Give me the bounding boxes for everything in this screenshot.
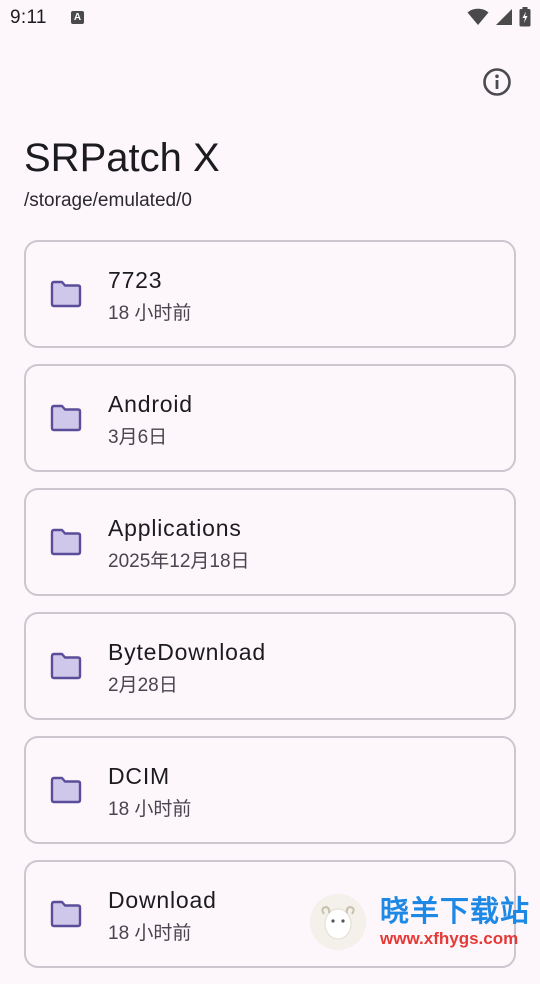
wifi-icon bbox=[467, 8, 489, 31]
watermark-url: www.xfhygs.com bbox=[380, 929, 519, 948]
file-item-dcim[interactable]: DCIM 18 小时前 bbox=[24, 736, 516, 844]
sheep-logo-icon bbox=[310, 894, 366, 950]
file-date: 2月28日 bbox=[108, 675, 178, 696]
page-title: SRPatch X bbox=[24, 136, 220, 180]
status-time: 9:11 bbox=[10, 7, 47, 28]
file-name: Download bbox=[108, 887, 217, 913]
signal-icon bbox=[495, 8, 513, 31]
info-icon bbox=[482, 67, 512, 102]
status-icons bbox=[467, 7, 531, 32]
file-item-7723[interactable]: 7723 18 小时前 bbox=[24, 240, 516, 348]
file-item-bytedownload[interactable]: ByteDownload 2月28日 bbox=[24, 612, 516, 720]
file-name: Android bbox=[108, 391, 193, 417]
file-name: 7723 bbox=[108, 267, 163, 293]
file-item-applications[interactable]: Applications 2025年12月18日 bbox=[24, 488, 516, 596]
file-date: 18 小时前 bbox=[108, 799, 192, 820]
folder-icon bbox=[50, 528, 82, 556]
info-button[interactable] bbox=[480, 67, 514, 101]
file-date: 18 小时前 bbox=[108, 923, 192, 944]
folder-icon bbox=[50, 776, 82, 804]
folder-icon bbox=[50, 280, 82, 308]
folder-icon bbox=[50, 404, 82, 432]
file-list: 7723 18 小时前 Android 3月6日 Applications 20… bbox=[24, 240, 516, 984]
file-name: ByteDownload bbox=[108, 639, 266, 665]
current-path: /storage/emulated/0 bbox=[24, 190, 192, 211]
status-bar: 9:11 A bbox=[0, 0, 540, 36]
file-name: DCIM bbox=[108, 763, 170, 789]
folder-icon bbox=[50, 652, 82, 680]
watermark-text: 晓羊下载站 www.xfhygs.com bbox=[380, 895, 530, 949]
watermark: 晓羊下载站 www.xfhygs.com bbox=[310, 888, 538, 956]
folder-icon bbox=[50, 900, 82, 928]
file-date: 3月6日 bbox=[108, 427, 168, 448]
file-item-android[interactable]: Android 3月6日 bbox=[24, 364, 516, 472]
watermark-name: 晓羊下载站 bbox=[380, 896, 531, 928]
file-date: 2025年12月18日 bbox=[108, 551, 250, 572]
file-date: 18 小时前 bbox=[108, 303, 192, 324]
battery-charging-icon bbox=[519, 7, 531, 32]
file-name: Applications bbox=[108, 515, 242, 541]
a-icon: A bbox=[71, 11, 84, 24]
